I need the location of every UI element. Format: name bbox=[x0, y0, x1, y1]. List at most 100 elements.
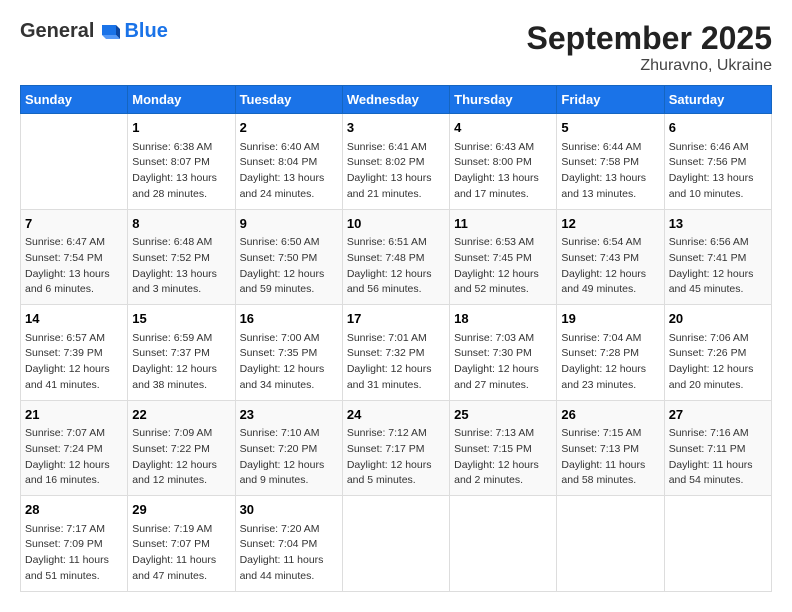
day-number: 4 bbox=[454, 118, 552, 138]
day-number: 28 bbox=[25, 500, 123, 520]
calendar-cell bbox=[450, 496, 557, 592]
calendar-cell: 9Sunrise: 6:50 AMSunset: 7:50 PMDaylight… bbox=[235, 209, 342, 305]
calendar-cell: 13Sunrise: 6:56 AMSunset: 7:41 PMDayligh… bbox=[664, 209, 771, 305]
day-number: 30 bbox=[240, 500, 338, 520]
day-info: Sunrise: 7:04 AMSunset: 7:28 PMDaylight:… bbox=[561, 331, 659, 394]
calendar-cell: 23Sunrise: 7:10 AMSunset: 7:20 PMDayligh… bbox=[235, 400, 342, 496]
calendar-cell: 24Sunrise: 7:12 AMSunset: 7:17 PMDayligh… bbox=[342, 400, 449, 496]
logo-blue-text: Blue bbox=[124, 20, 167, 43]
day-number: 8 bbox=[132, 214, 230, 234]
day-number: 7 bbox=[25, 214, 123, 234]
week-row-2: 7Sunrise: 6:47 AMSunset: 7:54 PMDaylight… bbox=[21, 209, 772, 305]
day-info: Sunrise: 7:06 AMSunset: 7:26 PMDaylight:… bbox=[669, 331, 767, 394]
calendar-cell bbox=[21, 114, 128, 210]
day-number: 18 bbox=[454, 309, 552, 329]
day-info: Sunrise: 7:17 AMSunset: 7:09 PMDaylight:… bbox=[25, 522, 123, 585]
calendar-cell: 20Sunrise: 7:06 AMSunset: 7:26 PMDayligh… bbox=[664, 305, 771, 401]
day-info: Sunrise: 6:51 AMSunset: 7:48 PMDaylight:… bbox=[347, 235, 445, 298]
day-number: 29 bbox=[132, 500, 230, 520]
logo: General Blue bbox=[20, 20, 168, 43]
calendar-cell bbox=[664, 496, 771, 592]
week-row-4: 21Sunrise: 7:07 AMSunset: 7:24 PMDayligh… bbox=[21, 400, 772, 496]
calendar-cell: 26Sunrise: 7:15 AMSunset: 7:13 PMDayligh… bbox=[557, 400, 664, 496]
calendar-cell: 2Sunrise: 6:40 AMSunset: 8:04 PMDaylight… bbox=[235, 114, 342, 210]
day-number: 24 bbox=[347, 405, 445, 425]
calendar-cell: 5Sunrise: 6:44 AMSunset: 7:58 PMDaylight… bbox=[557, 114, 664, 210]
day-info: Sunrise: 6:41 AMSunset: 8:02 PMDaylight:… bbox=[347, 140, 445, 203]
col-tuesday: Tuesday bbox=[235, 86, 342, 114]
day-info: Sunrise: 7:01 AMSunset: 7:32 PMDaylight:… bbox=[347, 331, 445, 394]
calendar-cell: 18Sunrise: 7:03 AMSunset: 7:30 PMDayligh… bbox=[450, 305, 557, 401]
calendar-cell: 1Sunrise: 6:38 AMSunset: 8:07 PMDaylight… bbox=[128, 114, 235, 210]
day-number: 13 bbox=[669, 214, 767, 234]
day-info: Sunrise: 6:46 AMSunset: 7:56 PMDaylight:… bbox=[669, 140, 767, 203]
day-info: Sunrise: 7:09 AMSunset: 7:22 PMDaylight:… bbox=[132, 426, 230, 489]
day-info: Sunrise: 6:44 AMSunset: 7:58 PMDaylight:… bbox=[561, 140, 659, 203]
day-info: Sunrise: 7:03 AMSunset: 7:30 PMDaylight:… bbox=[454, 331, 552, 394]
day-number: 20 bbox=[669, 309, 767, 329]
day-number: 9 bbox=[240, 214, 338, 234]
day-number: 23 bbox=[240, 405, 338, 425]
calendar-cell: 22Sunrise: 7:09 AMSunset: 7:22 PMDayligh… bbox=[128, 400, 235, 496]
col-saturday: Saturday bbox=[664, 86, 771, 114]
day-number: 16 bbox=[240, 309, 338, 329]
day-info: Sunrise: 6:40 AMSunset: 8:04 PMDaylight:… bbox=[240, 140, 338, 203]
calendar-cell: 28Sunrise: 7:17 AMSunset: 7:09 PMDayligh… bbox=[21, 496, 128, 592]
day-info: Sunrise: 6:59 AMSunset: 7:37 PMDaylight:… bbox=[132, 331, 230, 394]
header-row: Sunday Monday Tuesday Wednesday Thursday… bbox=[21, 86, 772, 114]
calendar-cell: 7Sunrise: 6:47 AMSunset: 7:54 PMDaylight… bbox=[21, 209, 128, 305]
day-number: 5 bbox=[561, 118, 659, 138]
week-row-1: 1Sunrise: 6:38 AMSunset: 8:07 PMDaylight… bbox=[21, 114, 772, 210]
col-wednesday: Wednesday bbox=[342, 86, 449, 114]
day-number: 11 bbox=[454, 214, 552, 234]
calendar-cell: 6Sunrise: 6:46 AMSunset: 7:56 PMDaylight… bbox=[664, 114, 771, 210]
day-number: 21 bbox=[25, 405, 123, 425]
day-info: Sunrise: 7:13 AMSunset: 7:15 PMDaylight:… bbox=[454, 426, 552, 489]
day-info: Sunrise: 7:19 AMSunset: 7:07 PMDaylight:… bbox=[132, 522, 230, 585]
calendar-cell: 21Sunrise: 7:07 AMSunset: 7:24 PMDayligh… bbox=[21, 400, 128, 496]
day-info: Sunrise: 7:16 AMSunset: 7:11 PMDaylight:… bbox=[669, 426, 767, 489]
calendar-cell bbox=[557, 496, 664, 592]
day-number: 1 bbox=[132, 118, 230, 138]
calendar-cell: 15Sunrise: 6:59 AMSunset: 7:37 PMDayligh… bbox=[128, 305, 235, 401]
calendar-cell bbox=[342, 496, 449, 592]
week-row-5: 28Sunrise: 7:17 AMSunset: 7:09 PMDayligh… bbox=[21, 496, 772, 592]
calendar-cell: 16Sunrise: 7:00 AMSunset: 7:35 PMDayligh… bbox=[235, 305, 342, 401]
calendar-header: Sunday Monday Tuesday Wednesday Thursday… bbox=[21, 86, 772, 114]
calendar-cell: 29Sunrise: 7:19 AMSunset: 7:07 PMDayligh… bbox=[128, 496, 235, 592]
calendar-cell: 4Sunrise: 6:43 AMSunset: 8:00 PMDaylight… bbox=[450, 114, 557, 210]
calendar-cell: 27Sunrise: 7:16 AMSunset: 7:11 PMDayligh… bbox=[664, 400, 771, 496]
day-number: 27 bbox=[669, 405, 767, 425]
day-number: 17 bbox=[347, 309, 445, 329]
day-info: Sunrise: 7:20 AMSunset: 7:04 PMDaylight:… bbox=[240, 522, 338, 585]
page-header: GeneralBlue September 2025 Zhuravno, Ukr… bbox=[20, 20, 772, 75]
logo-icon bbox=[98, 21, 120, 43]
day-number: 6 bbox=[669, 118, 767, 138]
col-thursday: Thursday bbox=[450, 86, 557, 114]
day-number: 25 bbox=[454, 405, 552, 425]
calendar-cell: 25Sunrise: 7:13 AMSunset: 7:15 PMDayligh… bbox=[450, 400, 557, 496]
calendar-cell: 3Sunrise: 6:41 AMSunset: 8:02 PMDaylight… bbox=[342, 114, 449, 210]
day-number: 2 bbox=[240, 118, 338, 138]
day-number: 15 bbox=[132, 309, 230, 329]
day-info: Sunrise: 6:57 AMSunset: 7:39 PMDaylight:… bbox=[25, 331, 123, 394]
day-number: 19 bbox=[561, 309, 659, 329]
calendar-cell: 11Sunrise: 6:53 AMSunset: 7:45 PMDayligh… bbox=[450, 209, 557, 305]
day-info: Sunrise: 7:07 AMSunset: 7:24 PMDaylight:… bbox=[25, 426, 123, 489]
day-info: Sunrise: 6:54 AMSunset: 7:43 PMDaylight:… bbox=[561, 235, 659, 298]
location: Zhuravno, Ukraine bbox=[527, 57, 772, 75]
calendar-cell: 17Sunrise: 7:01 AMSunset: 7:32 PMDayligh… bbox=[342, 305, 449, 401]
day-number: 26 bbox=[561, 405, 659, 425]
col-sunday: Sunday bbox=[21, 86, 128, 114]
day-number: 14 bbox=[25, 309, 123, 329]
day-info: Sunrise: 6:43 AMSunset: 8:00 PMDaylight:… bbox=[454, 140, 552, 203]
day-number: 10 bbox=[347, 214, 445, 234]
day-info: Sunrise: 7:15 AMSunset: 7:13 PMDaylight:… bbox=[561, 426, 659, 489]
day-number: 22 bbox=[132, 405, 230, 425]
logo-general-text: General bbox=[20, 20, 94, 43]
calendar-cell: 30Sunrise: 7:20 AMSunset: 7:04 PMDayligh… bbox=[235, 496, 342, 592]
calendar-cell: 10Sunrise: 6:51 AMSunset: 7:48 PMDayligh… bbox=[342, 209, 449, 305]
day-info: Sunrise: 7:10 AMSunset: 7:20 PMDaylight:… bbox=[240, 426, 338, 489]
day-number: 3 bbox=[347, 118, 445, 138]
day-info: Sunrise: 6:38 AMSunset: 8:07 PMDaylight:… bbox=[132, 140, 230, 203]
